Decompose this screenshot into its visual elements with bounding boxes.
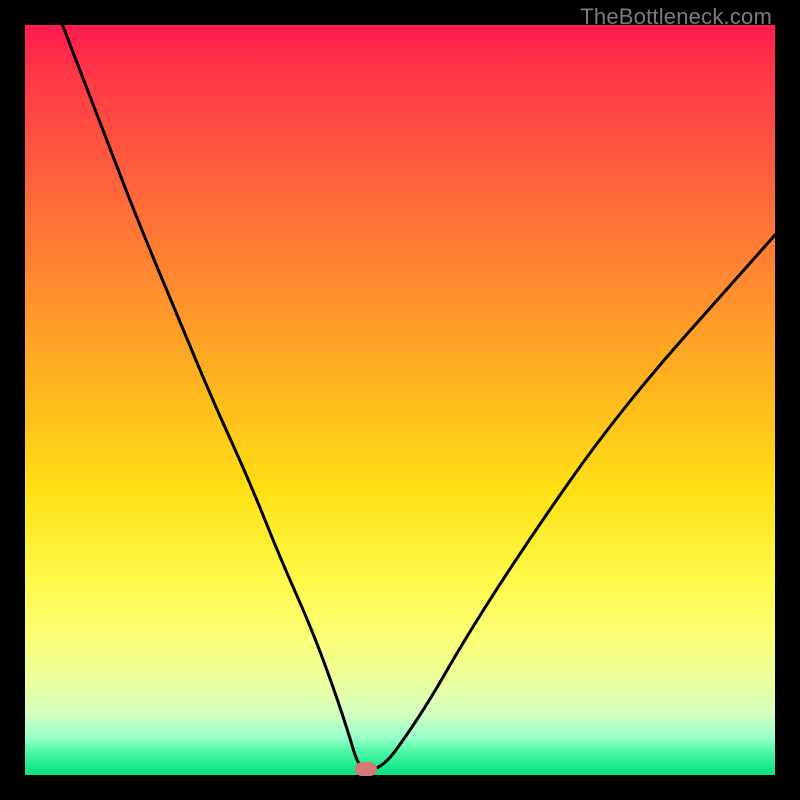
chart-frame: TheBottleneck.com bbox=[0, 0, 800, 800]
optimum-marker bbox=[355, 762, 377, 776]
watermark-text: TheBottleneck.com bbox=[580, 4, 772, 30]
plot-area bbox=[25, 25, 775, 775]
bottleneck-curve bbox=[25, 25, 775, 775]
